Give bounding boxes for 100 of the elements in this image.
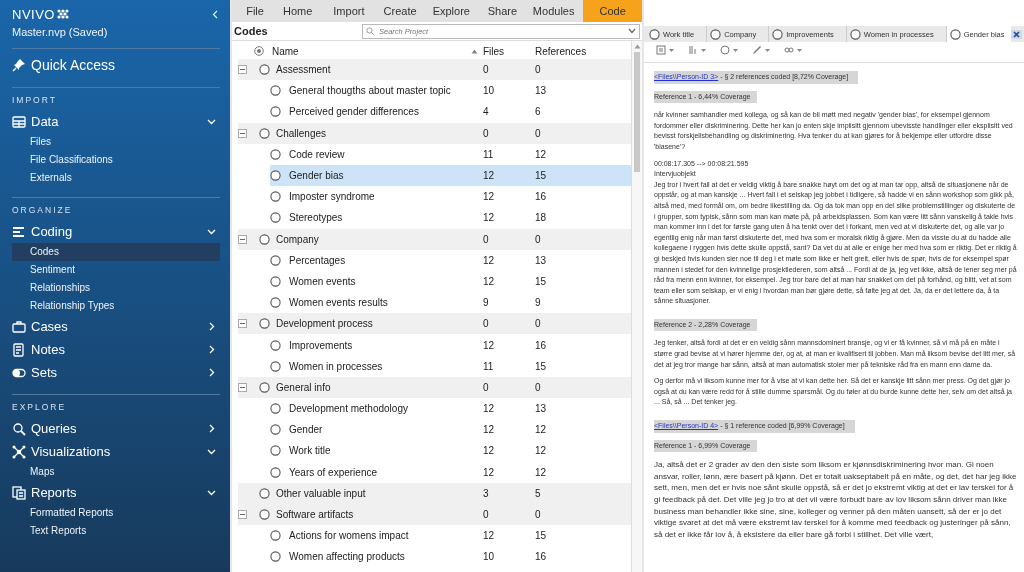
node-icon <box>270 339 281 351</box>
section-heading: ORGANIZE <box>12 205 74 215</box>
table-cell-text: 15 <box>535 360 548 372</box>
ribbon-tab[interactable]: File <box>238 0 273 22</box>
table-cell-text: 12 <box>535 445 548 457</box>
ribbon-tab[interactable]: Share <box>476 0 529 22</box>
nav-item[interactable]: Sets <box>12 361 220 384</box>
collapse-icon[interactable] <box>238 128 247 138</box>
node-icon <box>259 233 270 245</box>
nav-subitem[interactable]: Sentiment <box>12 261 220 279</box>
tree-row[interactable]: Stereotypes 12 18 <box>270 207 631 229</box>
tree-row[interactable]: Improvements 12 16 <box>270 334 631 356</box>
collapse-icon[interactable] <box>238 510 247 520</box>
dropdown-button[interactable] <box>752 45 770 55</box>
dropdown-button[interactable] <box>720 45 738 55</box>
table-cell-text: 0 <box>535 318 542 330</box>
tree-row[interactable]: Imposter syndrome 12 16 <box>270 186 631 208</box>
collapse-icon[interactable] <box>238 65 247 75</box>
nav-subitem[interactable]: Relationship Types <box>12 297 220 315</box>
column-header[interactable]: References <box>535 45 587 57</box>
close-button[interactable] <box>1010 29 1022 39</box>
table-cell: Percentages <box>289 254 346 266</box>
nav-subitem[interactable]: Text Reports <box>12 522 220 540</box>
pin-icon <box>12 58 26 72</box>
nav-subitem[interactable]: Codes <box>12 243 220 261</box>
tree-row[interactable]: Work title 12 12 <box>270 440 631 462</box>
tree-row[interactable]: Perceived gender differences 4 6 <box>270 101 631 123</box>
collapse-icon[interactable] <box>238 319 247 329</box>
scroll-thumb[interactable] <box>634 52 640 172</box>
column-header[interactable]: Name <box>272 45 299 57</box>
briefcase-icon <box>12 319 26 334</box>
node-icon <box>710 28 722 40</box>
column-header[interactable]: Files <box>483 45 505 57</box>
ribbon-tab[interactable]: Explore <box>425 0 477 22</box>
table-cell-text: 12 <box>483 170 496 182</box>
collapse-icon[interactable] <box>238 382 247 392</box>
table-cell-text: 13 <box>535 254 548 266</box>
tree-row[interactable]: Percentages 12 13 <box>270 249 631 271</box>
nav-subitem[interactable]: Relationships <box>12 279 220 297</box>
quick-access-link[interactable]: Quick Access <box>12 53 220 77</box>
nav-item[interactable]: Data <box>12 110 220 133</box>
tree-row[interactable]: Women events results 9 9 <box>270 292 631 314</box>
node-icon <box>270 275 281 287</box>
caret-down-icon <box>797 48 802 52</box>
nav-subitem[interactable]: Formatted Reports <box>12 504 220 522</box>
table-cell-text: 0 <box>483 233 490 245</box>
tree-row[interactable]: Software artifacts 0 0 <box>238 503 631 526</box>
table-cell-text: 15 <box>535 275 548 287</box>
tree-row[interactable]: Company 0 0 <box>238 228 631 250</box>
tree-row[interactable]: Development process 0 0 <box>238 313 631 335</box>
tree-row[interactable]: Women events 12 15 <box>270 270 631 293</box>
ribbon-tab[interactable]: Modules <box>528 0 580 22</box>
tree-row[interactable]: Gender 12 12 <box>270 419 631 441</box>
tree-row[interactable]: Other valuable input 3 5 <box>238 482 631 504</box>
dropdown-button[interactable] <box>784 45 802 55</box>
tree-row[interactable]: Gender bias 12 15 <box>270 164 631 187</box>
table-cell: Code review <box>289 148 345 160</box>
table-cell: Gender bias <box>289 170 344 182</box>
table-cell-text: 0 <box>483 381 490 393</box>
tree-row[interactable]: Assessment 0 0 <box>238 59 631 81</box>
nav-subitem[interactable]: Externals <box>12 169 220 187</box>
table-cell-text: 12 <box>483 212 496 224</box>
nav-item[interactable]: Visualizations <box>12 440 220 463</box>
project-name: Master.nvp (Saved) <box>12 26 109 38</box>
tree-row[interactable]: Years of experience 12 12 <box>270 461 631 483</box>
ribbon-tab[interactable]: Home <box>272 0 324 22</box>
collapse-icon[interactable] <box>238 234 247 244</box>
nav-item[interactable]: Notes <box>12 338 220 361</box>
table-cell-text: 0 <box>483 318 490 330</box>
ribbon-tab[interactable]: Create <box>374 0 426 22</box>
tree-row[interactable]: General info 0 0 <box>238 376 631 398</box>
nav-subitem[interactable]: Maps <box>12 463 220 481</box>
nav-item[interactable]: Coding <box>12 220 220 243</box>
nav-item[interactable]: Queries <box>12 417 220 440</box>
ribbon-tab[interactable]: Import <box>323 0 375 22</box>
tree-row[interactable]: Actions for womens impact 12 15 <box>270 525 631 547</box>
dropdown-button[interactable] <box>656 45 674 55</box>
collapse-button[interactable] <box>210 9 220 19</box>
tree-row[interactable]: General thougths about master topic 10 13 <box>270 80 631 102</box>
node-icon <box>270 530 281 542</box>
table-cell-text: 12 <box>483 254 496 266</box>
dropdown-button[interactable] <box>688 45 706 55</box>
table-cell-text: 0 <box>535 64 542 76</box>
table-cell-text: 16 <box>535 339 548 351</box>
ribbon-tab[interactable]: Code <box>583 0 642 22</box>
nav-item[interactable]: Cases <box>12 315 220 338</box>
tree-row[interactable]: Code review 11 12 <box>270 143 631 165</box>
nav-subitem[interactable]: Files <box>12 133 220 151</box>
table-cell: Improvements <box>289 339 353 351</box>
tree-row[interactable]: Challenges 0 0 <box>238 122 631 144</box>
nav-item[interactable]: Reports <box>12 481 220 504</box>
node-icon <box>949 28 961 40</box>
table-cell-text: 15 <box>535 530 548 542</box>
table-cell-text: 5 <box>535 487 542 499</box>
scrollbar[interactable] <box>631 41 642 572</box>
nav-subitem[interactable]: File Classifications <box>12 151 220 169</box>
add-circle-icon <box>254 46 264 56</box>
tree-row[interactable]: Women in processes 11 15 <box>270 355 631 377</box>
tree-row[interactable]: Development methodology 12 13 <box>270 398 631 420</box>
tree-row[interactable]: Women affecting products 10 16 <box>270 546 631 568</box>
